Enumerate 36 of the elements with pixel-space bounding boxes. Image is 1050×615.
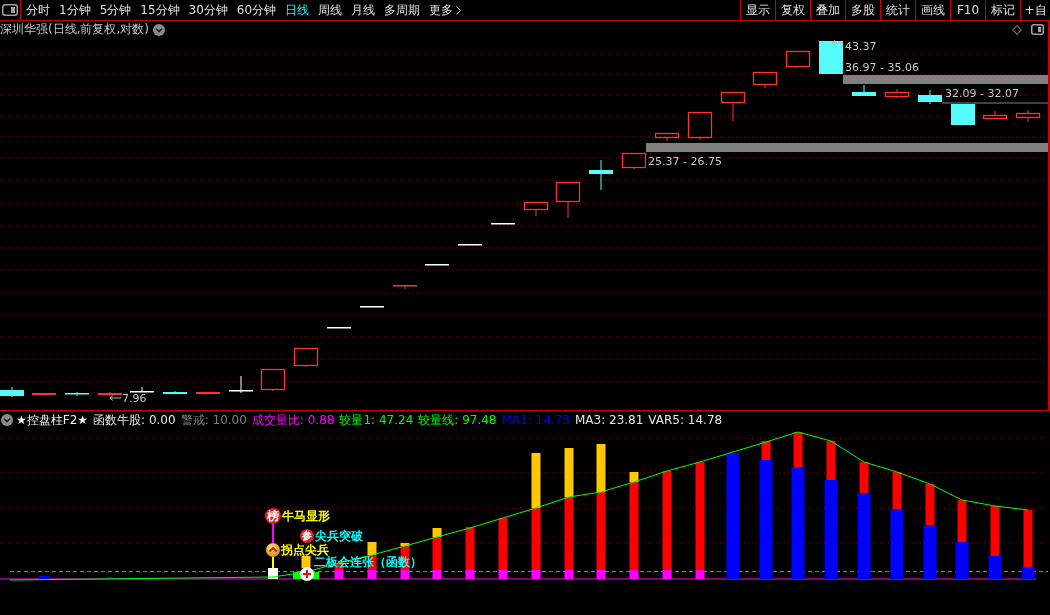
period-tab[interactable]: 15分钟 (136, 0, 184, 20)
period-tab[interactable]: 日线 (281, 0, 314, 20)
toolbar-button[interactable]: 复权 (775, 0, 810, 20)
period-tab[interactable]: 多周期 (380, 0, 425, 20)
indicator-value: 较量线: 97.48 (418, 412, 497, 427)
period-tab[interactable]: 30分钟 (184, 0, 232, 20)
period-tab[interactable]: 月线 (347, 0, 380, 20)
toolbar-button[interactable]: F10 (950, 0, 985, 20)
period-tab[interactable]: 周线 (314, 0, 347, 20)
panel-toggle-icon[interactable] (2, 4, 18, 16)
indicator-value: 成交量比: 0.88 (251, 412, 335, 427)
more-button[interactable]: 更多 (425, 0, 466, 20)
toolbar-button[interactable]: 标记 (985, 0, 1020, 20)
period-tab[interactable]: 5分钟 (95, 0, 136, 20)
indicator-value: VAR5: 14.78 (648, 412, 723, 427)
toolbar-button[interactable]: 叠加 (810, 0, 845, 20)
panel-toggle-icon[interactable] (1031, 24, 1044, 35)
period-tab[interactable]: 分时 (22, 0, 54, 20)
toolbar-button[interactable]: 画线 (915, 0, 950, 20)
toolbar-button[interactable]: 多股 (845, 0, 880, 20)
toolbar-button[interactable]: 显示 (740, 0, 775, 20)
diamond-icon[interactable] (1012, 24, 1022, 35)
indicator-value: MA1: 14.73 (501, 412, 570, 427)
chevron-right-icon (456, 5, 462, 15)
chevron-down-icon[interactable] (1, 413, 13, 426)
indicator-title: ★控盘柱F2★ (16, 412, 89, 427)
toolbar-button[interactable]: 统计 (880, 0, 915, 20)
toolbar-button[interactable]: +自 (1020, 0, 1050, 20)
chevron-down-icon[interactable] (153, 23, 165, 36)
indicator-value: MA3: 23.81 (574, 412, 644, 427)
chart-title: 深圳华强(日线,前复权,对数) (0, 22, 149, 37)
indicator-value: 较量1: 47.24 (339, 412, 414, 427)
indicator-value: 函数牛股: 0.00 (93, 412, 176, 427)
indicator-value: 警戒: 10.00 (180, 412, 247, 427)
period-tab[interactable]: 60分钟 (232, 0, 281, 20)
period-tab[interactable]: 1分钟 (55, 0, 95, 20)
